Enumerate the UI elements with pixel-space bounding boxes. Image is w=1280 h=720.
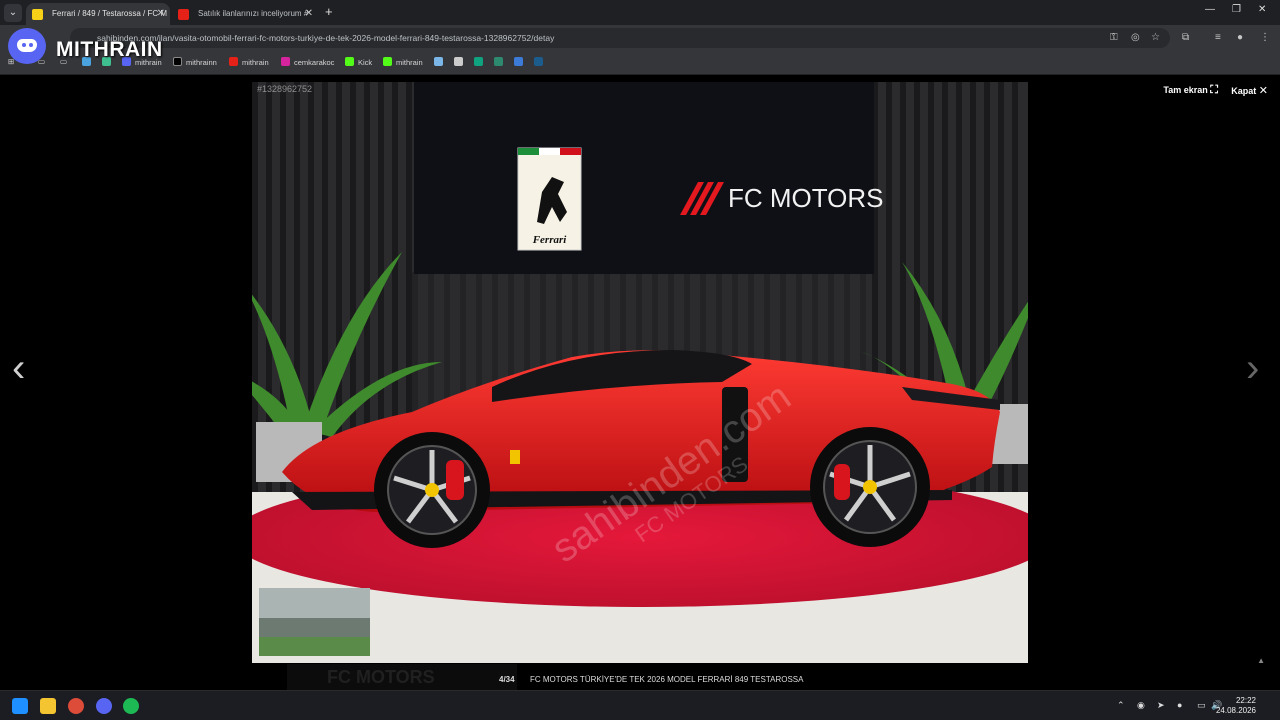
ferrari-shield-icon — [510, 450, 520, 464]
bookmarks-bar: ⊞ ▭ ▭ mithrain mithrainn mithrain cemkar… — [0, 51, 1280, 75]
ferrari-photo-illustration: Ferrari FC MOTORS sahibinden.com FC MOTO… — [252, 82, 1028, 663]
photo-caption: FC MOTORS TÜRKİYE'DE TEK 2026 MODEL FERR… — [530, 675, 804, 684]
discord-icon[interactable] — [96, 698, 112, 714]
sahibinden-favicon-icon — [32, 9, 43, 20]
close-icon: ✕ — [1258, 85, 1268, 97]
system-clock[interactable]: 22:22 24.08.2026 — [1216, 696, 1256, 716]
steam-icon[interactable] — [534, 57, 547, 67]
telegram-tray-icon[interactable]: ➤ — [1157, 700, 1165, 711]
stream-overlay: MITHRAIN — [6, 28, 176, 68]
front-wheel — [374, 432, 490, 548]
key-icon[interactable]: ⚿ — [1110, 32, 1118, 43]
network-icon[interactable]: ▭ — [1197, 700, 1206, 711]
new-tab-button[interactable]: + — [325, 4, 333, 19]
bookmark-x[interactable]: mithrainn — [173, 57, 217, 67]
bookmark-youtube[interactable]: mithrain — [229, 57, 269, 67]
bookmark-kick[interactable]: Kick — [345, 57, 372, 67]
scroll-up-icon[interactable]: ▲ — [1257, 656, 1265, 665]
chrome-icon[interactable] — [68, 698, 84, 714]
tab-inactive[interactable]: Satılık ilanlarınızı inceliyorum # ✕ — [172, 3, 318, 25]
tab-active[interactable]: Ferrari / 849 / Testarossa / FC M ✕ — [26, 3, 170, 25]
bookmark-icon[interactable] — [494, 57, 507, 67]
windows-taskbar: ⌃ ◉ ➤ ● ▭ 🔊 22:22 24.08.2026 — [0, 690, 1280, 720]
fullscreen-button[interactable]: Tam ekran ⛶ — [1163, 84, 1218, 97]
listing-photo: Ferrari FC MOTORS sahibinden.com FC MOTO… — [252, 82, 1028, 663]
tab-title: Satılık ilanlarınızı inceliyorum # — [198, 9, 309, 18]
bookmark-instagram[interactable]: cemkarakoc — [281, 57, 334, 67]
close-tab-icon[interactable]: ✕ — [305, 3, 313, 25]
discord-logo-icon — [8, 28, 46, 64]
tab-search-button[interactable]: ⌄ — [4, 4, 22, 22]
bookmark-icon[interactable] — [434, 57, 447, 67]
photo-counter: 4/34 — [499, 675, 515, 684]
bookmark-icon[interactable] — [474, 57, 487, 67]
tray-overflow-icon[interactable]: ⌃ — [1117, 700, 1125, 711]
star-icon[interactable]: ☆ — [1151, 32, 1160, 43]
file-explorer-icon[interactable] — [40, 698, 56, 714]
youtube-favicon-icon — [178, 9, 189, 20]
discord-tray-icon[interactable]: ◉ — [1137, 700, 1145, 711]
streamer-name: MITHRAIN — [56, 38, 163, 61]
previous-photo-button[interactable]: ‹ — [12, 348, 25, 388]
tab-strip: ⌄ Ferrari / 849 / Testarossa / FC M ✕ Sa… — [0, 0, 1280, 25]
tab-title: Ferrari / 849 / Testarossa / FC M — [52, 9, 167, 18]
extensions-icon[interactable]: ⧉ — [1182, 32, 1189, 43]
listing-id: #1328962752 — [257, 84, 312, 94]
windows-start-icon[interactable] — [12, 698, 28, 714]
bookmark-kick[interactable]: mithrain — [383, 57, 423, 67]
dealer-logo-text: FC MOTORS — [728, 183, 884, 213]
close-tab-icon[interactable]: ✕ — [157, 3, 165, 25]
kick-icon — [383, 57, 392, 66]
dealer-banner-watermark: FC MOTORS — [287, 664, 517, 690]
rear-wheel — [810, 427, 930, 547]
window-close-button[interactable]: ✕ — [1258, 4, 1266, 15]
photo-gallery-lightbox: ‹ › Tam ekran ⛶ Kapat ✕ Ferrari FC MOTOR… — [0, 76, 1280, 690]
instagram-icon — [281, 57, 290, 66]
profile-avatar-icon[interactable]: ● — [1237, 32, 1243, 43]
close-gallery-button[interactable]: Kapat ✕ — [1231, 84, 1268, 97]
menu-icon[interactable]: ⋮ — [1260, 32, 1270, 43]
browser-toolbar: sahibinden.com/ilan/vasita-otomobil-ferr… — [0, 25, 1280, 51]
fullscreen-icon: ⛶ — [1210, 84, 1218, 96]
spotify-tray-icon[interactable]: ● — [1177, 700, 1182, 710]
youtube-icon — [229, 57, 238, 66]
bookmark-icon[interactable] — [514, 57, 527, 67]
bookmark-icon[interactable] — [454, 57, 467, 67]
maximize-button[interactable]: ❐ — [1232, 4, 1241, 15]
address-bar[interactable]: sahibinden.com/ilan/vasita-otomobil-ferr… — [70, 28, 1170, 48]
eye-off-icon[interactable]: ◎ — [1131, 32, 1140, 43]
minimize-button[interactable]: — — [1205, 4, 1215, 15]
spotify-icon[interactable] — [123, 698, 139, 714]
next-photo-button[interactable]: › — [1246, 348, 1259, 388]
kick-icon — [345, 57, 354, 66]
media-icon[interactable]: ≡ — [1215, 32, 1221, 43]
ferrari-badge-text: Ferrari — [532, 234, 568, 246]
